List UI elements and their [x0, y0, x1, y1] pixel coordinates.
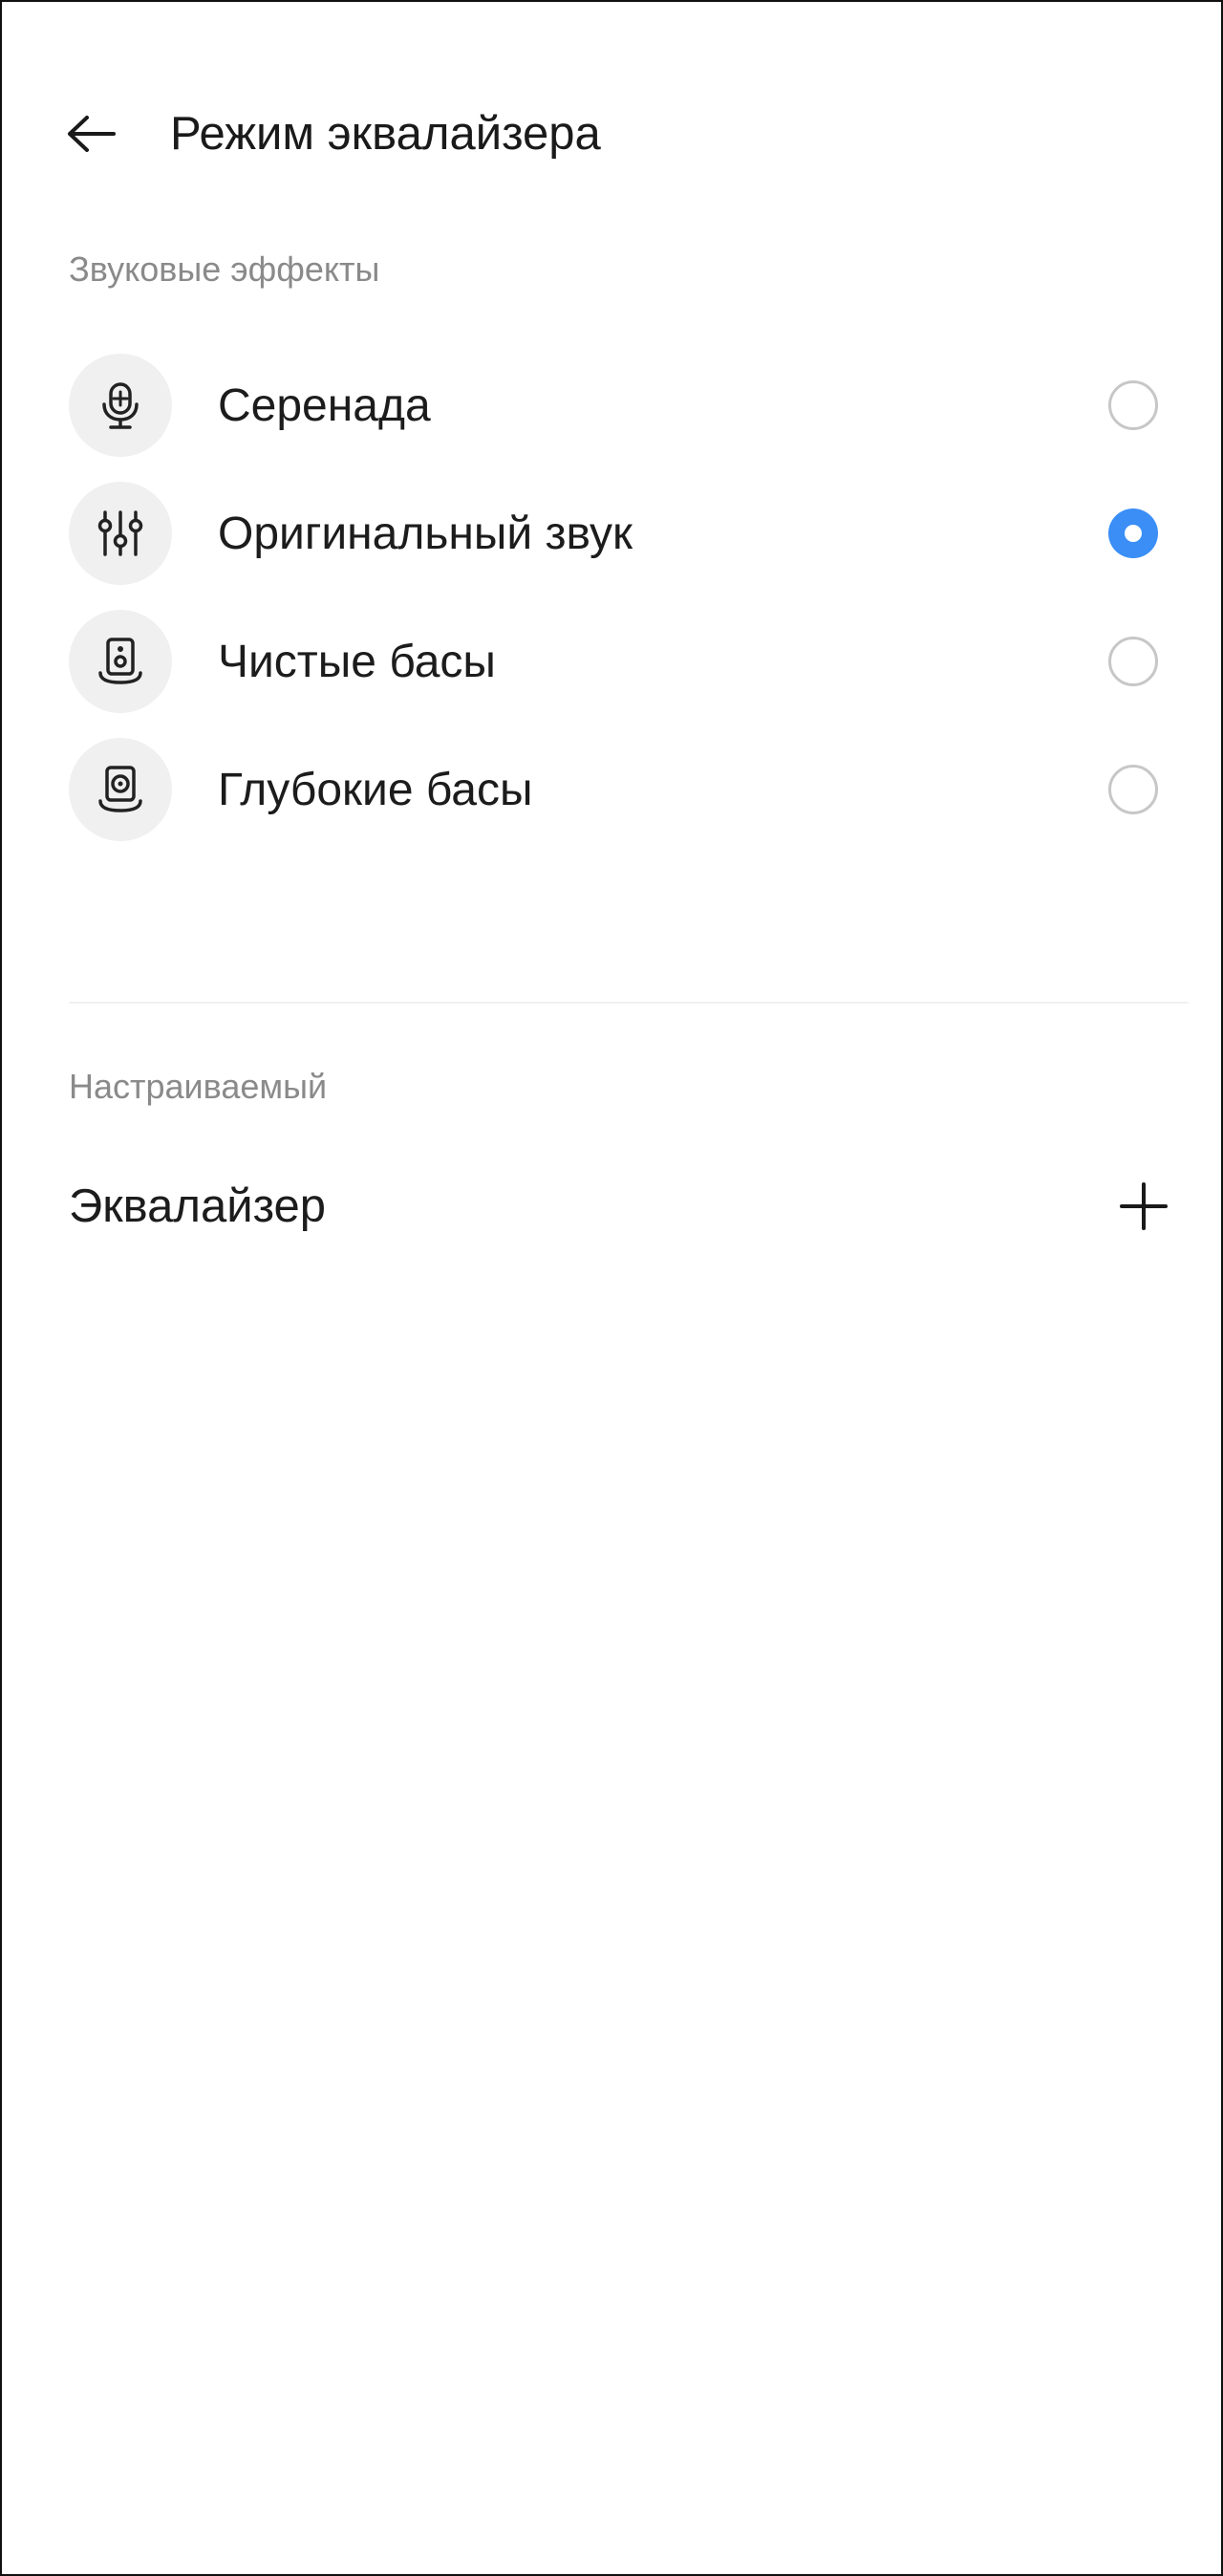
- effect-item-original[interactable]: Оригинальный звук: [2, 469, 1221, 597]
- radio-original[interactable]: [1108, 509, 1158, 558]
- effect-item-clear-bass[interactable]: Чистые басы: [2, 597, 1221, 725]
- equalizer-row[interactable]: Эквалайзер: [2, 1154, 1221, 1259]
- effect-icon-container: [69, 482, 172, 585]
- radio-clear-bass[interactable]: [1108, 637, 1158, 686]
- sliders-icon: [97, 510, 143, 556]
- speaker-icon: [98, 638, 142, 684]
- effect-item-deep-bass[interactable]: Глубокие басы: [2, 725, 1221, 854]
- plus-icon: [1120, 1182, 1168, 1230]
- effect-label: Оригинальный звук: [218, 509, 633, 559]
- page-title: Режим эквалайзера: [170, 108, 601, 160]
- speaker-bass-icon: [98, 766, 142, 812]
- effect-icon-container: [69, 738, 172, 841]
- microphone-icon: [102, 382, 139, 429]
- section-label-custom: Настраиваемый: [69, 1067, 328, 1106]
- header: Режим эквалайзера: [2, 67, 1221, 201]
- effect-label: Чистые басы: [218, 637, 496, 687]
- back-button[interactable]: [50, 96, 132, 172]
- section-label-sound-effects: Звуковые эффекты: [69, 249, 380, 289]
- add-equalizer-button[interactable]: [1101, 1163, 1187, 1249]
- screen: Режим эквалайзера Звуковые эффекты Серен…: [0, 0, 1223, 2576]
- effect-label: Глубокие басы: [218, 765, 533, 815]
- sound-effects-list: Серенада Оригинальный звук Чистые басы Г…: [2, 341, 1221, 854]
- section-divider: [69, 1002, 1189, 1004]
- radio-serenade[interactable]: [1108, 380, 1158, 430]
- effect-icon-container: [69, 354, 172, 457]
- arrow-left-icon: [68, 116, 116, 152]
- effect-icon-container: [69, 610, 172, 713]
- radio-deep-bass[interactable]: [1108, 765, 1158, 814]
- equalizer-label: Эквалайзер: [69, 1180, 327, 1232]
- effect-item-serenade[interactable]: Серенада: [2, 341, 1221, 469]
- effect-label: Серенада: [218, 380, 431, 431]
